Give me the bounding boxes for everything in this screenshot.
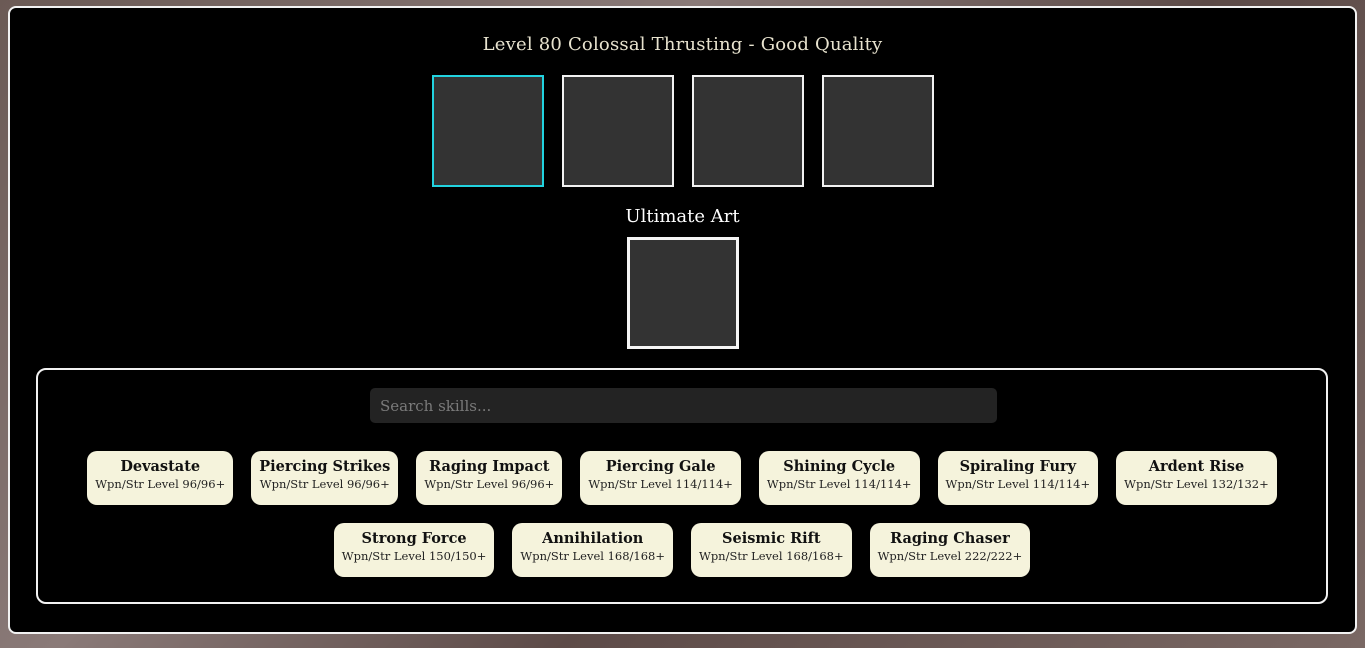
skill-requirement: Wpn/Str Level 96/96+	[259, 477, 390, 491]
skill-requirement: Wpn/Str Level 114/114+	[945, 477, 1091, 491]
search-skills-input[interactable]	[370, 388, 997, 423]
skill-requirement: Wpn/Str Level 114/114+	[588, 477, 733, 491]
skill-name: Ardent Rise	[1148, 458, 1245, 475]
skill-requirement: Wpn/Str Level 168/168+	[520, 549, 665, 563]
skill-requirement: Wpn/Str Level 132/132+	[1124, 477, 1269, 491]
skill-name: Piercing Strikes	[259, 458, 391, 475]
skill-slot-2[interactable]	[562, 75, 674, 187]
skill-requirement: Wpn/Str Level 222/222+	[877, 549, 1023, 563]
skill-slots	[432, 75, 934, 187]
skill-name: Devastate	[120, 458, 201, 475]
skill-name: Raging Chaser	[890, 530, 1010, 547]
skill-requirement: Wpn/Str Level 96/96+	[424, 477, 555, 491]
skill-name: Shining Cycle	[783, 458, 896, 475]
skill-card-raging-impact[interactable]: Raging Impact Wpn/Str Level 96/96+	[416, 451, 563, 505]
skill-card-piercing-strikes[interactable]: Piercing Strikes Wpn/Str Level 96/96+	[251, 451, 399, 505]
skill-requirement: Wpn/Str Level 114/114+	[766, 477, 912, 491]
ultimate-art-slot[interactable]	[627, 237, 739, 349]
weapon-title: Level 80 Colossal Thrusting - Good Quali…	[482, 34, 883, 55]
skill-name: Piercing Gale	[605, 458, 716, 475]
skill-slot-3[interactable]	[692, 75, 804, 187]
skill-card-piercing-gale[interactable]: Piercing Gale Wpn/Str Level 114/114+	[580, 451, 741, 505]
skill-name: Raging Impact	[429, 458, 550, 475]
skill-name: Spiraling Fury	[959, 458, 1077, 475]
skills-list-panel: Devastate Wpn/Str Level 96/96+ Piercing …	[36, 368, 1328, 604]
skill-card-devastate[interactable]: Devastate Wpn/Str Level 96/96+	[87, 451, 234, 505]
skill-requirement: Wpn/Str Level 168/168+	[699, 549, 844, 563]
skill-card-strong-force[interactable]: Strong Force Wpn/Str Level 150/150+	[333, 523, 495, 577]
skill-requirement: Wpn/Str Level 96/96+	[95, 477, 226, 491]
ultimate-art-label: Ultimate Art	[625, 206, 740, 227]
skill-name: Seismic Rift	[722, 530, 821, 547]
skill-slot-1[interactable]	[432, 75, 544, 187]
skill-builder-panel: Level 80 Colossal Thrusting - Good Quali…	[8, 6, 1357, 634]
skills-row-2: Strong Force Wpn/Str Level 150/150+ Anni…	[38, 523, 1326, 577]
skill-card-spiraling-fury[interactable]: Spiraling Fury Wpn/Str Level 114/114+	[937, 451, 1099, 505]
skill-name: Strong Force	[361, 530, 467, 547]
skill-name: Annihilation	[542, 530, 644, 547]
skill-requirement: Wpn/Str Level 150/150+	[341, 549, 487, 563]
skill-card-ardent-rise[interactable]: Ardent Rise Wpn/Str Level 132/132+	[1116, 451, 1277, 505]
skill-slot-4[interactable]	[822, 75, 934, 187]
skill-card-seismic-rift[interactable]: Seismic Rift Wpn/Str Level 168/168+	[691, 523, 852, 577]
skill-card-raging-chaser[interactable]: Raging Chaser Wpn/Str Level 222/222+	[869, 523, 1031, 577]
skill-card-shining-cycle[interactable]: Shining Cycle Wpn/Str Level 114/114+	[758, 451, 920, 505]
skills-row-1: Devastate Wpn/Str Level 96/96+ Piercing …	[38, 451, 1326, 505]
skill-card-annihilation[interactable]: Annihilation Wpn/Str Level 168/168+	[512, 523, 673, 577]
